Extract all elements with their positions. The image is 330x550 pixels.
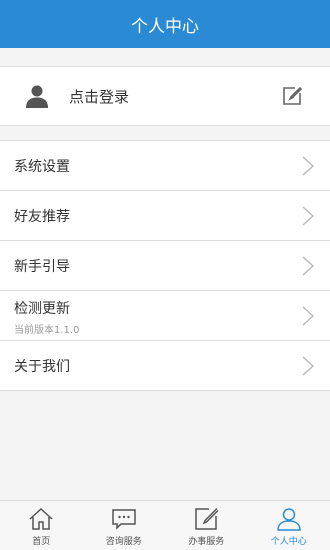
menu-item-beginner-guide[interactable]: 新手引导 — [0, 241, 330, 291]
user-icon — [26, 85, 48, 108]
chevron-right-icon — [302, 206, 314, 226]
menu-item-label: 关于我们 — [14, 359, 70, 375]
chevron-right-icon — [302, 256, 314, 276]
chevron-right-icon — [302, 306, 314, 326]
bottom-tab-bar: 首页 咨询服务 办事服务 个人中心 — [0, 500, 330, 550]
menu-item-friend-recommend[interactable]: 好友推荐 — [0, 191, 330, 241]
tab-label: 首页 — [32, 537, 51, 547]
menu-item-about-us[interactable]: 关于我们 — [0, 341, 330, 391]
chevron-right-icon — [302, 356, 314, 376]
login-label: 点击登录 — [69, 88, 130, 106]
menu-item-label: 新手引导 — [14, 259, 70, 275]
tab-label: 咨询服务 — [105, 537, 142, 547]
person-icon — [276, 508, 301, 531]
tab-label: 办事服务 — [188, 537, 225, 547]
home-icon — [29, 507, 53, 530]
settings-menu: 系统设置 好友推荐 新手引导 检测更新 当前版本1.1.0 关于我们 — [0, 140, 330, 391]
chat-icon — [112, 509, 136, 530]
edit-icon — [195, 507, 219, 530]
version-text: 当前版本1.1.0 — [14, 325, 80, 336]
menu-item-label: 检测更新 — [14, 301, 70, 317]
tab-personal-center[interactable]: 个人中心 — [248, 501, 330, 550]
tab-consult[interactable]: 咨询服务 — [83, 501, 166, 550]
edit-icon[interactable] — [282, 86, 302, 106]
tab-home[interactable]: 首页 — [0, 501, 83, 550]
menu-item-system-settings[interactable]: 系统设置 — [0, 141, 330, 191]
page-title: 个人中心 — [131, 16, 199, 37]
tab-label: 个人中心 — [270, 537, 307, 547]
menu-item-check-update[interactable]: 检测更新 当前版本1.1.0 — [0, 291, 330, 341]
menu-item-label: 系统设置 — [14, 159, 70, 175]
app-header: 个人中心 — [0, 0, 330, 48]
tab-affairs[interactable]: 办事服务 — [165, 501, 248, 550]
chevron-right-icon — [302, 156, 314, 176]
login-row[interactable]: 点击登录 — [0, 66, 330, 126]
menu-item-label: 好友推荐 — [14, 209, 70, 225]
